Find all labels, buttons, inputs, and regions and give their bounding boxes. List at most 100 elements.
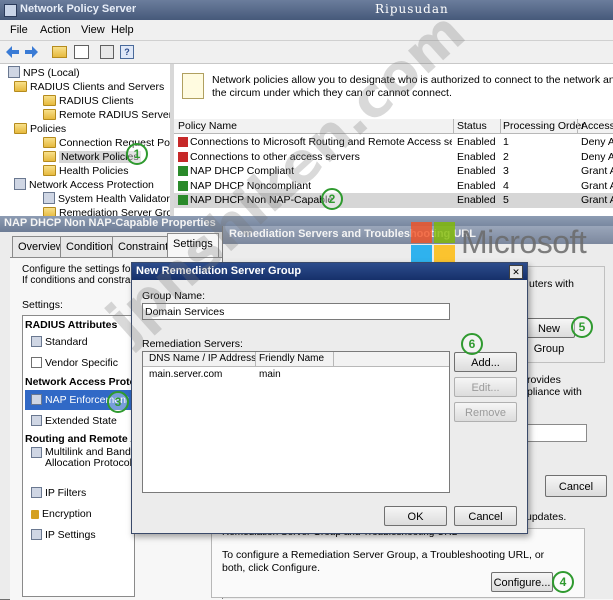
group-name-label: Group Name: <box>142 290 206 302</box>
folder-icon <box>43 137 56 148</box>
mmc-app-icon <box>4 4 17 17</box>
col-status[interactable]: Status <box>457 119 487 133</box>
policy-table: Policy Name Status Processing Order Acce… <box>174 119 613 216</box>
menu-view[interactable]: View <box>81 24 105 36</box>
tree-item-policies[interactable]: Policies <box>14 122 66 136</box>
policy-status: Enabled <box>457 165 496 177</box>
col-dns-name[interactable]: DNS Name / IP Address <box>149 352 256 366</box>
updates-text: updates. <box>526 511 567 523</box>
configure-button[interactable]: Configure... <box>491 572 553 592</box>
menu-action[interactable]: Action <box>40 24 71 36</box>
show-hide-tree-icon[interactable] <box>74 45 89 59</box>
table-row[interactable]: Connections to other access servers Enabl… <box>174 150 613 165</box>
policy-name: NAP DHCP Noncompliant <box>190 179 311 192</box>
settings-item-encryption[interactable]: Encryption <box>31 504 131 524</box>
settings-item-multilink[interactable]: Multilink and Bandv Allocation Protocol <box>31 447 134 473</box>
server-address: main.server.com <box>149 369 223 380</box>
step-marker-4: 4 <box>552 571 574 593</box>
remediation-cancel-button[interactable]: Cancel <box>545 475 607 497</box>
settings-item-vendor-specific[interactable]: Vendor Specific <box>31 353 131 373</box>
tree-item-system-health-validators[interactable]: System Health Validators <box>43 192 170 206</box>
network-icon <box>31 529 42 540</box>
col-access[interactable]: Access <box>581 119 613 133</box>
back-arrow-icon[interactable] <box>6 45 20 59</box>
policy-status: Enabled <box>457 179 496 192</box>
settings-item-ip-settings[interactable]: IP Settings <box>31 525 131 545</box>
table-row[interactable]: main.server.com main <box>143 368 449 382</box>
table-header: Policy Name Status Processing Order Acce… <box>174 119 613 134</box>
settings-description: Configure the settings for th If conditi… <box>22 264 137 286</box>
table-row[interactable]: NAP DHCP Non NAP-CapableEnabled5Grant A <box>174 193 613 208</box>
col-policy-name[interactable]: Policy Name <box>178 119 237 133</box>
up-folder-icon[interactable] <box>52 46 67 58</box>
remove-server-button[interactable]: Remove <box>454 402 517 422</box>
windows-logo-icon <box>411 222 455 266</box>
grant-policy-icon <box>178 195 188 205</box>
close-icon[interactable]: ✕ <box>509 265 523 279</box>
menu-help[interactable]: Help <box>111 24 134 36</box>
grant-policy-icon <box>178 180 188 191</box>
mmc-window: Network Policy Server Ripusudan File Act… <box>0 0 613 216</box>
policy-name: Connections to other access servers <box>190 150 360 163</box>
settings-label: Settings: <box>22 299 63 311</box>
ok-button[interactable]: OK <box>384 506 447 526</box>
mmc-titlebar: Network Policy Server Ripusudan <box>0 0 613 20</box>
table-row[interactable]: NAP DHCP Noncompliant Enabled 4 Grant A <box>174 179 613 194</box>
new-group-button[interactable]: New Group <box>523 318 575 355</box>
tree-item-radius-clients[interactable]: RADIUS Clients <box>43 94 134 108</box>
policy-status: Enabled <box>457 150 496 163</box>
settings-item-ip-filters[interactable]: IP Filters <box>31 483 131 503</box>
new-group-title: New Remediation Server Group <box>136 265 302 277</box>
policy-status: Enabled <box>457 194 496 206</box>
settings-item-standard[interactable]: Standard <box>31 332 131 352</box>
forward-arrow-icon[interactable] <box>24 45 38 59</box>
remediation-servers-label: Remediation Servers: <box>142 338 243 350</box>
properties-title: NAP DHCP Non NAP-Capable Properties <box>4 217 216 229</box>
policy-order: 1 <box>503 136 509 148</box>
policy-order: 3 <box>503 165 509 177</box>
troubleshooting-url-field[interactable] <box>527 424 587 442</box>
mmc-title: Network Policy Server <box>20 3 137 15</box>
step-marker-1: 1 <box>126 143 148 165</box>
help-icon[interactable]: ? <box>120 45 134 59</box>
remediation-text-fragment-1: uters with <box>529 278 574 290</box>
properties-icon[interactable] <box>100 45 114 59</box>
filter-icon <box>31 487 42 498</box>
shield-icon <box>14 178 26 190</box>
standard-icon <box>31 336 42 347</box>
edit-server-button[interactable]: Edit... <box>454 377 517 397</box>
settings-item-extended-state[interactable]: Extended State <box>31 411 131 431</box>
tree-pane: NPS (Local) RADIUS Clients and Servers R… <box>0 64 174 216</box>
policy-access: Grant A <box>581 179 613 192</box>
tree-item-connection-request-policies[interactable]: Connection Request Polici <box>43 136 170 150</box>
tree-item-health-policies[interactable]: Health Policies <box>43 164 128 178</box>
group-network-access-protection: Network Access Prote <box>25 376 135 388</box>
settings-list: RADIUS Attributes Standard Vendor Specif… <box>22 315 135 597</box>
col-friendly-name[interactable]: Friendly Name <box>259 352 324 366</box>
policy-status: Enabled <box>457 136 496 148</box>
folder-icon <box>43 165 56 176</box>
grant-policy-icon <box>178 166 188 176</box>
cancel-button[interactable]: Cancel <box>454 506 517 526</box>
server-friendly-name: main <box>259 369 281 380</box>
tree-item-remote-radius-groups[interactable]: Remote RADIUS Server G <box>43 108 170 122</box>
tree-item-remediation-server-groups[interactable]: Remediation Server Grou <box>43 206 170 216</box>
col-processing-order[interactable]: Processing Order <box>503 119 585 133</box>
policy-access: Deny A <box>581 136 613 148</box>
group-radius-attributes: RADIUS Attributes <box>25 319 118 331</box>
folder-icon <box>43 109 56 120</box>
table-row[interactable]: Connections to Microsoft Routing and Rem… <box>174 135 613 150</box>
table-row[interactable]: NAP DHCP Compliant Enabled 3 Grant A <box>174 164 613 179</box>
add-server-button[interactable]: Add... <box>454 352 517 372</box>
group-name-field[interactable] <box>142 303 450 320</box>
mmc-menubar: File Action View Help <box>0 20 613 41</box>
menu-file[interactable]: File <box>10 24 28 36</box>
tree-item-radius-clients-servers[interactable]: RADIUS Clients and Servers <box>14 80 164 94</box>
tab-settings[interactable]: Settings <box>167 233 219 258</box>
checkbox-icon <box>31 357 42 368</box>
deny-policy-icon <box>178 137 188 147</box>
tree-item-nps-local[interactable]: NPS (Local) <box>8 66 80 80</box>
step-marker-2: 2 <box>321 188 343 210</box>
tree-item-network-access-protection[interactable]: Network Access Protection <box>14 178 154 192</box>
validator-icon <box>43 192 55 204</box>
